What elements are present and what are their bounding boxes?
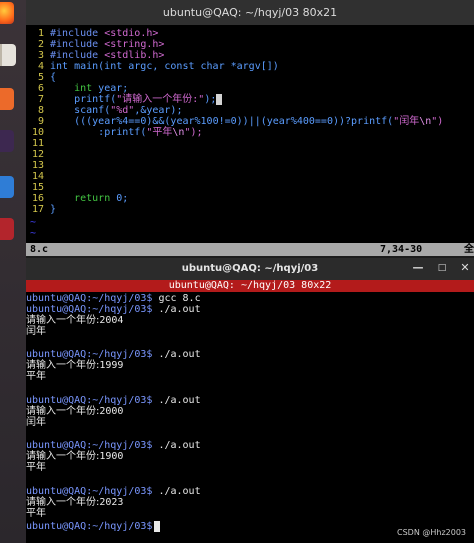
terminal-line: ubuntu@QAQ:~/hqyj/03$ gcc 8.c <box>26 293 201 304</box>
app-icon[interactable] <box>0 218 14 240</box>
app-icon[interactable] <box>0 176 14 198</box>
code-line: 15 <box>31 182 44 193</box>
terminal-line: 平年 <box>26 371 46 382</box>
terminal-line: 平年 <box>26 462 46 473</box>
vim-editor[interactable]: 1 #include <stdio.h> 2 #include <string.h>… <box>26 25 474 243</box>
terminal-titlebar[interactable]: ubuntu@QAQ: ~/hqyj/03 — □ ✕ <box>26 258 474 280</box>
status-cursor-position: 7,34-30 <box>380 244 423 255</box>
terminal-line: ubuntu@QAQ:~/hqyj/03$ ./a.out <box>26 440 201 451</box>
firefox-icon[interactable] <box>0 2 14 24</box>
vim-window-title: ubuntu@QAQ: ~/hqyj/03 80x21 <box>26 0 474 25</box>
terminal-line: 闰年 <box>26 326 46 337</box>
empty-line-marker: ~ <box>30 217 37 228</box>
maximize-button[interactable]: □ <box>435 261 449 275</box>
status-filename: 8.c <box>30 244 49 255</box>
code-line: 5{ <box>37 72 57 83</box>
terminal-line: 请输入一个年份:1999 <box>26 360 124 371</box>
empty-line-marker: ~ <box>30 228 37 239</box>
terminal-line: ubuntu@QAQ:~/hqyj/03$ <box>26 521 161 532</box>
code-line: 2 #include <string.h> <box>37 39 165 50</box>
terminal-line: ubuntu@QAQ:~/hqyj/03$ ./a.out <box>26 486 201 497</box>
terminal-line: 闰年 <box>26 417 46 428</box>
code-line: 1 #include <stdio.h> <box>37 28 159 39</box>
code-line: 12 <box>31 149 44 160</box>
terminal-line: 请输入一个年份:2023 <box>26 497 124 508</box>
terminal-size-bar: ubuntu@QAQ: ~/hqyj/03 80x22 <box>26 280 474 292</box>
app-store-icon[interactable] <box>0 88 14 110</box>
code-line: 6 int year; <box>37 83 129 94</box>
watermark: CSDN @Hhz2003 <box>397 528 466 537</box>
terminal-title: ubuntu@QAQ: ~/hqyj/03 <box>181 263 319 274</box>
code-line: 10 :printf("平年\n"); <box>31 127 203 138</box>
terminal-line: 平年 <box>26 508 46 519</box>
terminal-line: 请输入一个年份:2004 <box>26 315 124 326</box>
terminal-line: 请输入一个年份:2000 <box>26 406 124 417</box>
launcher-sidebar <box>0 0 26 543</box>
code-line: 8 scanf("%d",&year); <box>37 105 183 116</box>
code-line: 14 <box>31 171 44 182</box>
files-icon[interactable] <box>0 44 16 66</box>
terminal-output[interactable]: ubuntu@QAQ:~/hqyj/03$ gcc 8.c ubuntu@QAQ… <box>26 292 474 543</box>
status-scroll: 全 <box>464 244 474 255</box>
vim-status-line: 8.c 7,34-30 全 <box>26 243 474 256</box>
code-line: 9 (((year%4==0)&&(year%100!=0))||(year%4… <box>37 116 444 127</box>
code-line: 3 #include <stdlib.h> <box>37 50 165 61</box>
help-icon[interactable] <box>0 130 14 152</box>
terminal-line: ubuntu@QAQ:~/hqyj/03$ ./a.out <box>26 349 201 360</box>
minimize-button[interactable]: — <box>411 261 425 275</box>
terminal-cursor <box>154 521 161 532</box>
code-line: 17} <box>31 204 57 215</box>
code-line: 16 return 0; <box>31 193 129 204</box>
terminal-line: ubuntu@QAQ:~/hqyj/03$ ./a.out <box>26 395 201 406</box>
close-button[interactable]: ✕ <box>458 261 472 275</box>
code-line: 4 int main(int argc, const char *argv[]) <box>37 61 279 72</box>
text-cursor <box>216 94 223 105</box>
terminal-line: ubuntu@QAQ:~/hqyj/03$ ./a.out <box>26 304 201 315</box>
code-line: 11 <box>31 138 44 149</box>
code-line: 7 printf("请输入一个年份:"); <box>30 94 223 105</box>
code-line: 13 <box>31 160 44 171</box>
terminal-line: 请输入一个年份:1900 <box>26 451 124 462</box>
